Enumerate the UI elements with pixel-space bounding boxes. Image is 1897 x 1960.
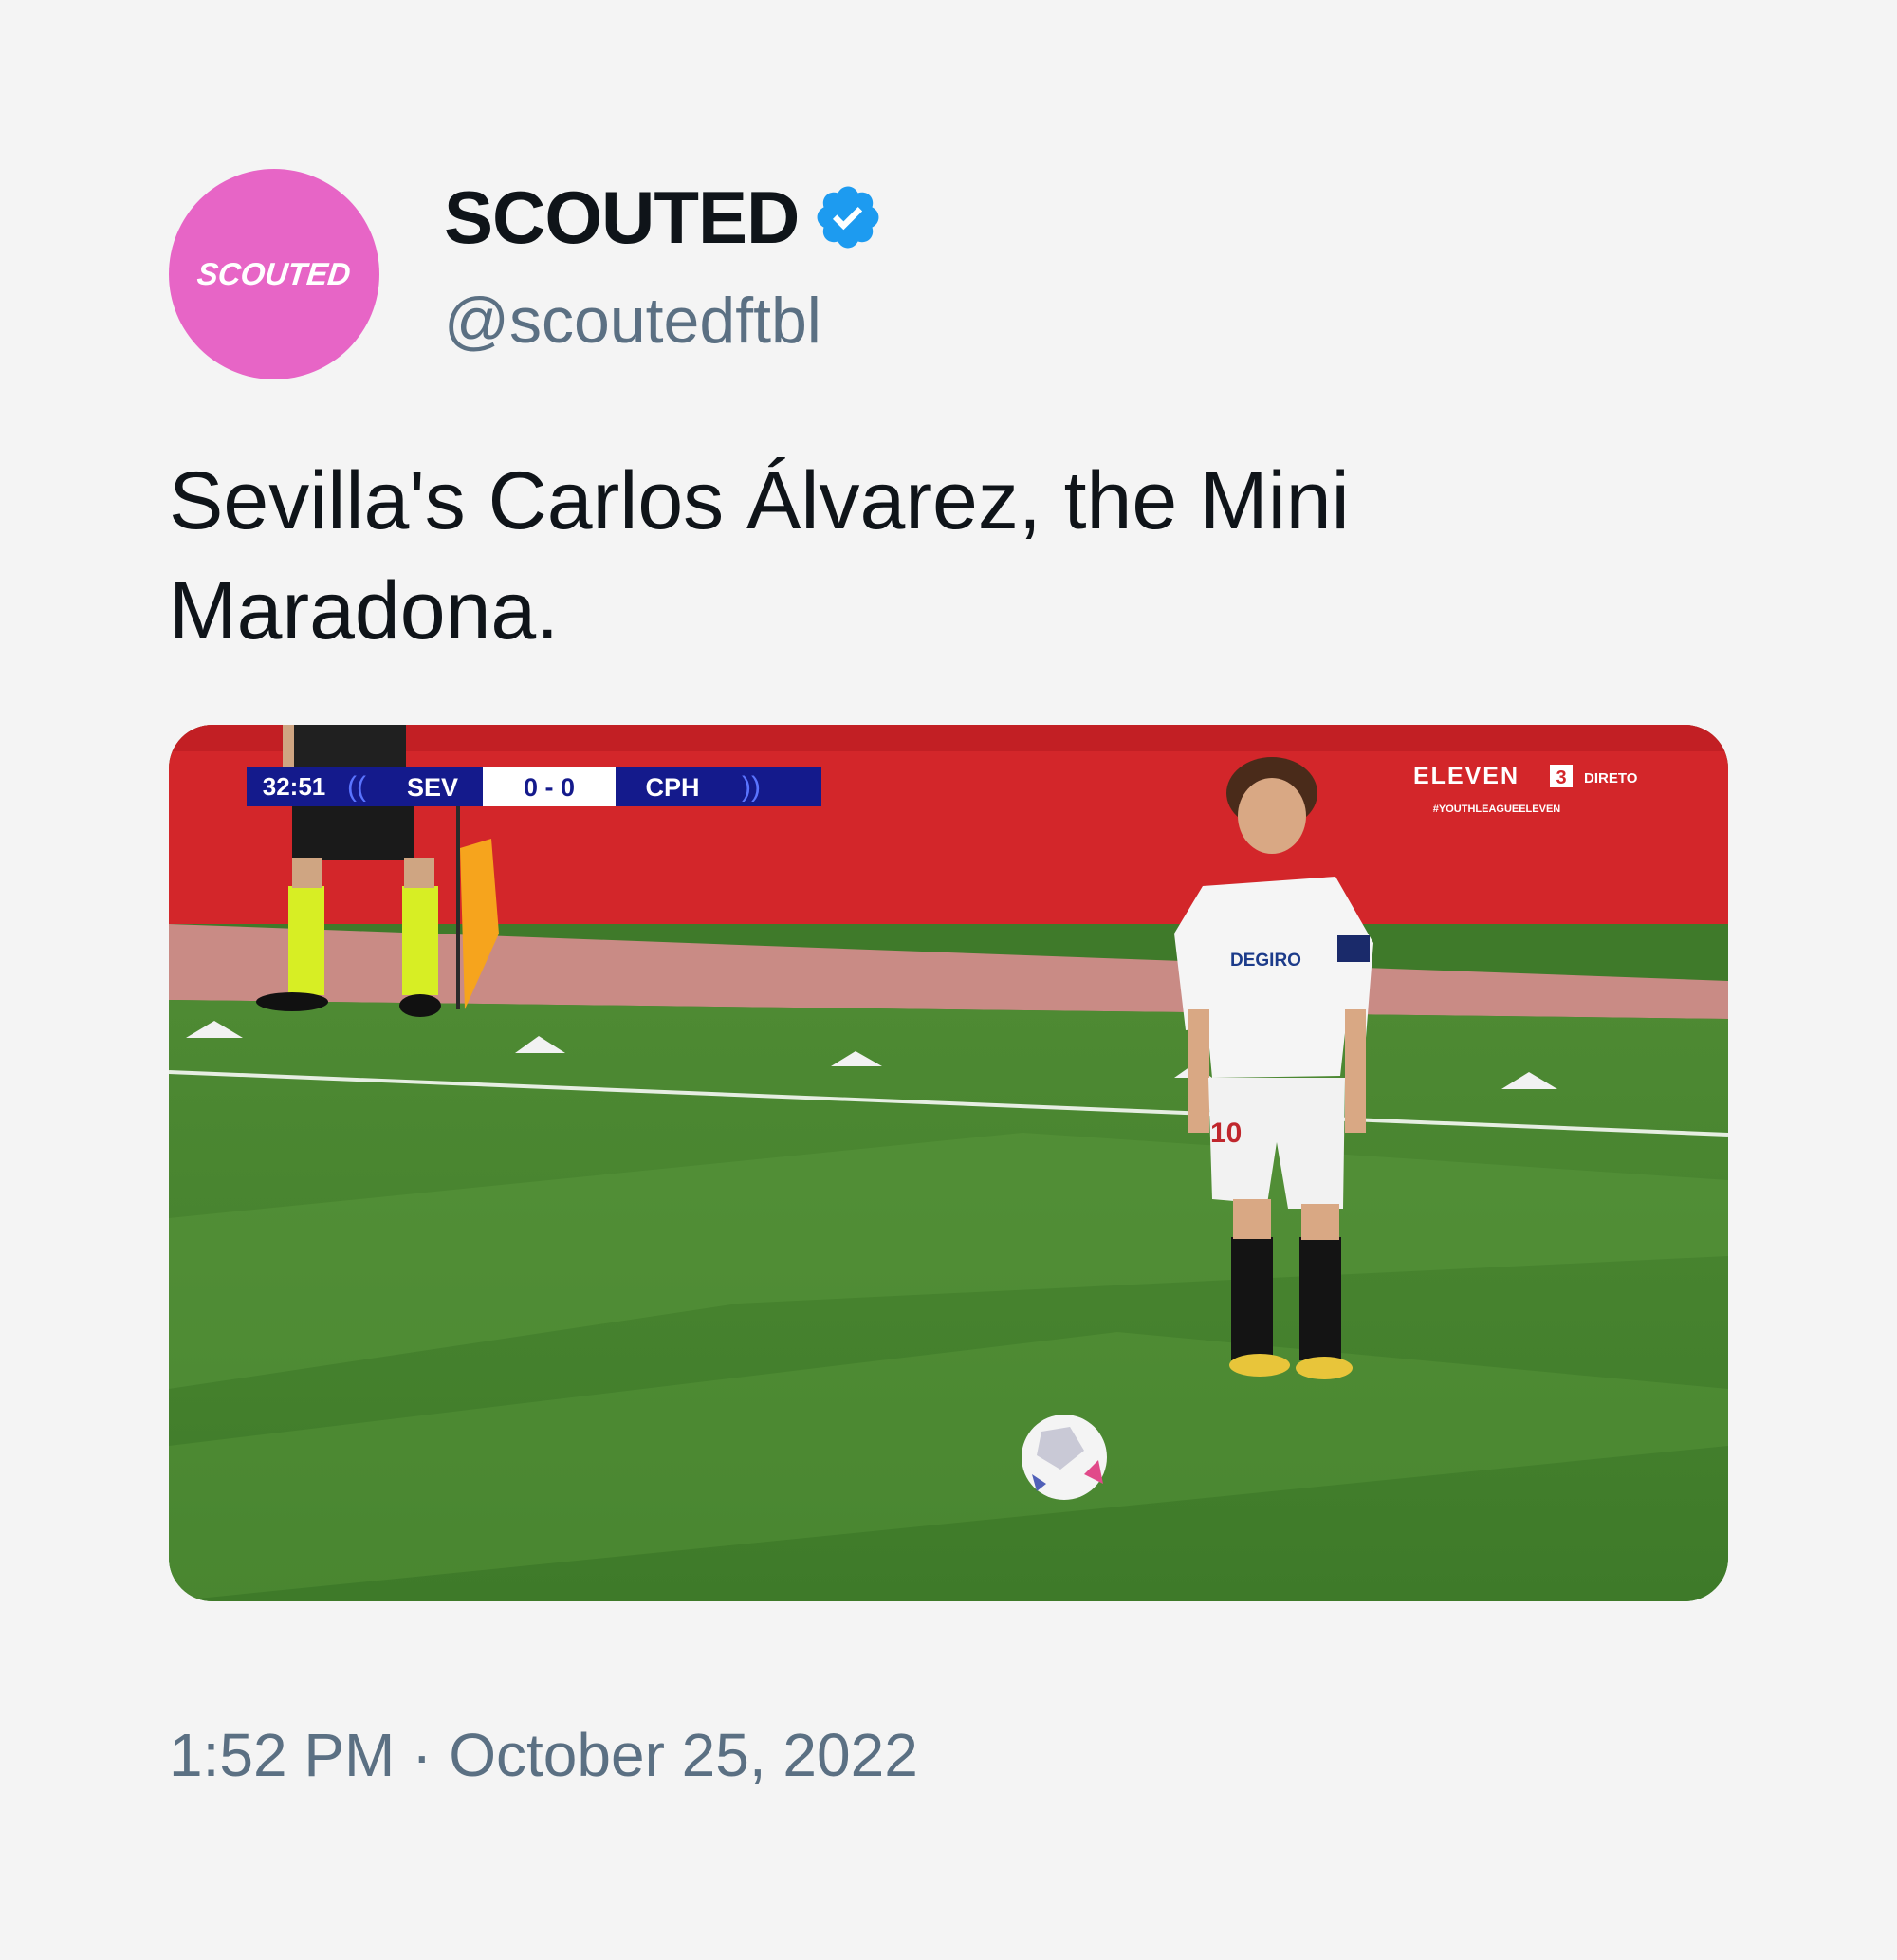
broadcaster-name: ELEVEN <box>1413 763 1519 789</box>
sponsor-label: DEGIRO <box>1230 951 1301 971</box>
svg-text:((: (( <box>347 771 366 803</box>
tweet-text: Sevilla's Carlos Álvarez, the Mini Marad… <box>169 455 1350 656</box>
broadcaster-channel: 3 <box>1556 767 1566 788</box>
shirt-number: 10 <box>1210 1118 1242 1149</box>
avatar-logo-text: SCOUTED <box>195 256 353 291</box>
verified-badge-icon <box>817 186 879 249</box>
author-name-row[interactable]: SCOUTED <box>444 180 884 254</box>
match-clock: 32:51 <box>263 772 326 801</box>
avatar[interactable]: SCOUTED <box>169 169 379 379</box>
broadcaster-hashtag: #YOUTHLEAGUEELEVEN <box>1433 804 1561 815</box>
away-team: CPH <box>645 773 699 802</box>
author-handle[interactable]: @scoutedftbl <box>444 288 821 353</box>
football <box>1022 1415 1107 1500</box>
svg-text:)): )) <box>742 771 761 803</box>
display-name[interactable]: SCOUTED <box>444 180 800 254</box>
tweet-timestamp[interactable]: 1:52 PM · October 25, 2022 <box>169 1725 918 1785</box>
home-team: SEV <box>407 773 458 802</box>
scoreboard: 32:51 (( SEV 0 - 0 CPH )) <box>247 767 821 806</box>
tweet-media[interactable]: DEGIRO 10 32:51 (( SEV 0 - 0 CPH)) ELEV… <box>169 725 1728 1601</box>
match-video-frame: DEGIRO 10 32:51 (( SEV 0 - 0 CPH)) ELEV… <box>169 725 1728 1601</box>
broadcaster-status: DIRETO <box>1584 770 1638 786</box>
match-score: 0 - 0 <box>524 773 575 802</box>
